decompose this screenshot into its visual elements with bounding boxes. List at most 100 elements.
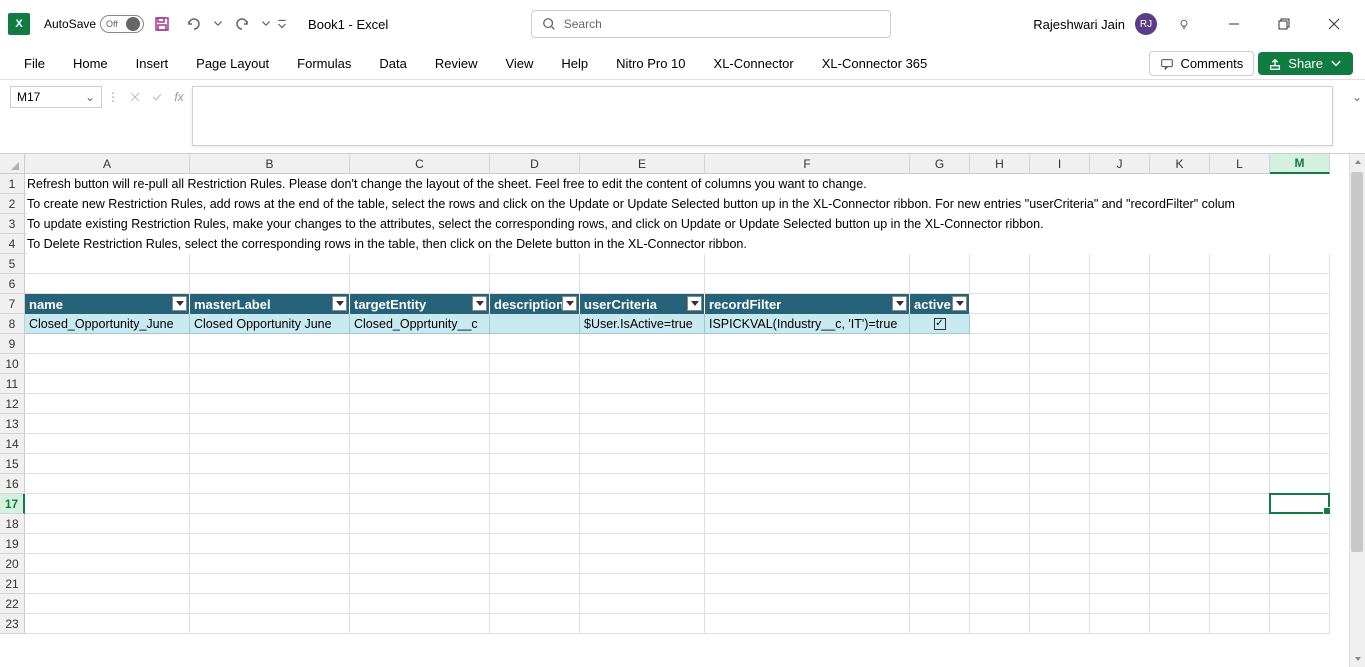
row-header-6[interactable]: 6 (0, 274, 25, 294)
cell-M12[interactable] (1270, 394, 1330, 414)
select-all-corner[interactable] (0, 154, 25, 174)
cell-K23[interactable] (1150, 614, 1210, 634)
cell-A16[interactable] (25, 474, 190, 494)
column-header-D[interactable]: D (490, 154, 580, 174)
cell-L6[interactable] (1210, 274, 1270, 294)
cell-C14[interactable] (350, 434, 490, 454)
cell-I15[interactable] (1030, 454, 1090, 474)
row-header-15[interactable]: 15 (0, 454, 25, 474)
save-button[interactable] (148, 10, 176, 38)
cell-L16[interactable] (1210, 474, 1270, 494)
cell-L10[interactable] (1210, 354, 1270, 374)
column-header-M[interactable]: M (1270, 154, 1330, 174)
cell-E12[interactable] (580, 394, 705, 414)
table-header-recordFilter[interactable]: recordFilter (705, 294, 910, 314)
filter-button-active[interactable] (952, 296, 967, 311)
filter-button-name[interactable] (172, 296, 187, 311)
row-header-17[interactable]: 17 (0, 494, 25, 514)
column-header-H[interactable]: H (970, 154, 1030, 174)
cell-D14[interactable] (490, 434, 580, 454)
formula-expand[interactable]: ⌄ (1349, 86, 1365, 104)
cell-C21[interactable] (350, 574, 490, 594)
cell-M6[interactable] (1270, 274, 1330, 294)
undo-dropdown[interactable] (212, 10, 224, 38)
data-cell-userCriteria[interactable]: $User.IsActive=true (580, 314, 705, 334)
cell-E18[interactable] (580, 514, 705, 534)
cell-H22[interactable] (970, 594, 1030, 614)
checkbox-active[interactable] (934, 318, 946, 330)
cell-M14[interactable] (1270, 434, 1330, 454)
cancel-icon[interactable] (124, 86, 146, 108)
cell-L22[interactable] (1210, 594, 1270, 614)
cell-M7[interactable] (1270, 294, 1330, 314)
cell-F12[interactable] (705, 394, 910, 414)
cell-A23[interactable] (25, 614, 190, 634)
cell-J19[interactable] (1090, 534, 1150, 554)
cell-D6[interactable] (490, 274, 580, 294)
row-header-1[interactable]: 1 (0, 174, 25, 194)
cell-L18[interactable] (1210, 514, 1270, 534)
cell-C18[interactable] (350, 514, 490, 534)
data-cell-active[interactable] (910, 314, 970, 334)
autosave-control[interactable]: AutoSave Off (44, 15, 144, 33)
cell-K12[interactable] (1150, 394, 1210, 414)
cell-G16[interactable] (910, 474, 970, 494)
column-header-G[interactable]: G (910, 154, 970, 174)
cell-L17[interactable] (1210, 494, 1270, 514)
cell-F6[interactable] (705, 274, 910, 294)
cell-H18[interactable] (970, 514, 1030, 534)
table-header-targetEntity[interactable]: targetEntity (350, 294, 490, 314)
cell-A21[interactable] (25, 574, 190, 594)
cell-E17[interactable] (580, 494, 705, 514)
cell-L15[interactable] (1210, 454, 1270, 474)
cell-G6[interactable] (910, 274, 970, 294)
filter-button-targetEntity[interactable] (472, 296, 487, 311)
cell-B5[interactable] (190, 254, 350, 274)
cell-L20[interactable] (1210, 554, 1270, 574)
row-header-4[interactable]: 4 (0, 234, 25, 254)
cell-H17[interactable] (970, 494, 1030, 514)
column-header-E[interactable]: E (580, 154, 705, 174)
cell-E19[interactable] (580, 534, 705, 554)
cell-H15[interactable] (970, 454, 1030, 474)
row-header-3[interactable]: 3 (0, 214, 25, 234)
row-header-20[interactable]: 20 (0, 554, 25, 574)
cell-J16[interactable] (1090, 474, 1150, 494)
filter-button-description[interactable] (562, 296, 577, 311)
cell-J14[interactable] (1090, 434, 1150, 454)
cell-L9[interactable] (1210, 334, 1270, 354)
cell-I6[interactable] (1030, 274, 1090, 294)
cell-G18[interactable] (910, 514, 970, 534)
row-header-18[interactable]: 18 (0, 514, 25, 534)
cell-A5[interactable] (25, 254, 190, 274)
cell-K17[interactable] (1150, 494, 1210, 514)
cell-I7[interactable] (1030, 294, 1090, 314)
cell-E16[interactable] (580, 474, 705, 494)
cell-E10[interactable] (580, 354, 705, 374)
cell-K22[interactable] (1150, 594, 1210, 614)
cell-F14[interactable] (705, 434, 910, 454)
row-header-22[interactable]: 22 (0, 594, 25, 614)
cell-A18[interactable] (25, 514, 190, 534)
cell-B16[interactable] (190, 474, 350, 494)
cell-E5[interactable] (580, 254, 705, 274)
cell-J23[interactable] (1090, 614, 1150, 634)
cell-I16[interactable] (1030, 474, 1090, 494)
instruction-row-4[interactable]: To Delete Restriction Rules, select the … (27, 234, 1332, 254)
instruction-row-1[interactable]: Refresh button will re-pull all Restrict… (27, 174, 1332, 194)
fx-icon[interactable]: fx (168, 86, 190, 108)
cell-H16[interactable] (970, 474, 1030, 494)
cell-M10[interactable] (1270, 354, 1330, 374)
cell-B11[interactable] (190, 374, 350, 394)
cell-M13[interactable] (1270, 414, 1330, 434)
cell-M16[interactable] (1270, 474, 1330, 494)
cell-C15[interactable] (350, 454, 490, 474)
table-header-masterLabel[interactable]: masterLabel (190, 294, 350, 314)
cell-F23[interactable] (705, 614, 910, 634)
scroll-up-icon[interactable] (1350, 154, 1365, 170)
cell-J10[interactable] (1090, 354, 1150, 374)
cell-I23[interactable] (1030, 614, 1090, 634)
cell-L7[interactable] (1210, 294, 1270, 314)
cell-B12[interactable] (190, 394, 350, 414)
filter-button-userCriteria[interactable] (687, 296, 702, 311)
